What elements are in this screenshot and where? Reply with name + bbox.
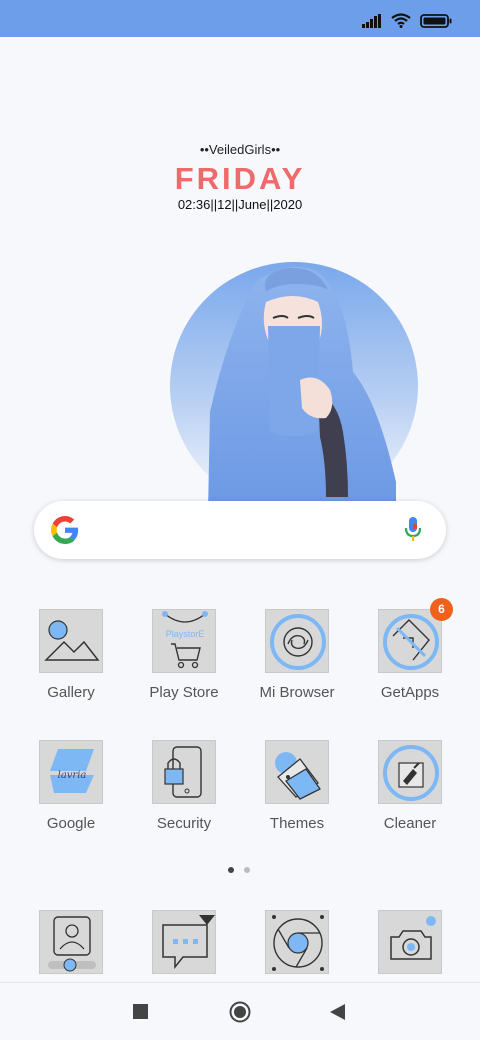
widget-date-line: 02:36||12||June||2020: [177, 197, 303, 212]
chrome-icon: [272, 915, 324, 971]
page-dot[interactable]: [244, 867, 250, 873]
getapps-icon: [383, 614, 439, 670]
widget-day: FRIDAY: [175, 163, 306, 193]
gallery-icon: [44, 620, 100, 661]
app-cleaner[interactable]: Cleaner: [355, 740, 465, 832]
app-label: Google: [46, 815, 96, 832]
recents-icon[interactable]: [133, 1004, 148, 1024]
app-getapps[interactable]: 6 GetApps: [355, 598, 465, 701]
svg-text:PlaystorE: PlaystorE: [166, 629, 205, 639]
app-label: GetApps: [380, 684, 440, 701]
messages-icon: [162, 915, 215, 970]
widget-subtitle: ••VeiledGirls••: [199, 142, 281, 157]
app-gallery[interactable]: Gallery: [16, 609, 126, 701]
cleaner-icon: [383, 745, 439, 801]
back-icon[interactable]: [330, 1004, 345, 1025]
play-store-icon: PlaystorE: [162, 611, 208, 669]
app-themes[interactable]: Themes: [242, 740, 352, 832]
page-indicator: [228, 867, 250, 873]
app-label: Cleaner: [383, 815, 437, 832]
status-icons: [362, 13, 452, 33]
signal-icon: [362, 13, 382, 33]
app-label: Themes: [269, 815, 325, 832]
themes-icon: [275, 752, 321, 800]
app-play-store[interactable]: PlaystorE Play Store: [129, 609, 239, 701]
app-label: Mi Browser: [259, 684, 335, 701]
wallpaper-illustration: [168, 262, 420, 512]
home-icon[interactable]: [229, 1001, 251, 1028]
phone-contacts-icon: [48, 916, 96, 972]
battery-icon: [420, 13, 452, 33]
status-bar: [0, 0, 480, 37]
security-icon: [164, 746, 202, 798]
svg-text:FRIDAY: FRIDAY: [175, 163, 306, 193]
dock-camera[interactable]: [355, 910, 465, 974]
google-search-bar[interactable]: [34, 501, 446, 559]
app-label: Play Store: [149, 684, 219, 701]
browser-icon: [270, 614, 326, 670]
svg-text:lavria: lavria: [58, 770, 87, 781]
camera-icon: [390, 916, 436, 960]
google-g-icon[interactable]: [51, 516, 79, 549]
app-security[interactable]: Security: [129, 740, 239, 832]
dock-phone[interactable]: [16, 910, 126, 974]
app-mi-browser[interactable]: Mi Browser: [242, 609, 352, 701]
notification-badge: 6: [430, 598, 453, 621]
app-label: Gallery: [47, 684, 95, 701]
clock-widget[interactable]: ••VeiledGirls•• FRIDAY 02:36||12||June||…: [0, 138, 480, 212]
app-label: Security: [156, 815, 212, 832]
page-dot-active[interactable]: [228, 867, 234, 873]
dock-chrome[interactable]: [242, 910, 352, 974]
google-app-icon: lavria: [50, 749, 94, 793]
mic-icon[interactable]: [404, 516, 422, 549]
wifi-icon: [391, 13, 411, 33]
dock-messages[interactable]: [129, 910, 239, 974]
app-google[interactable]: lavria Google: [16, 740, 126, 832]
navigation-bar: [0, 982, 480, 1040]
